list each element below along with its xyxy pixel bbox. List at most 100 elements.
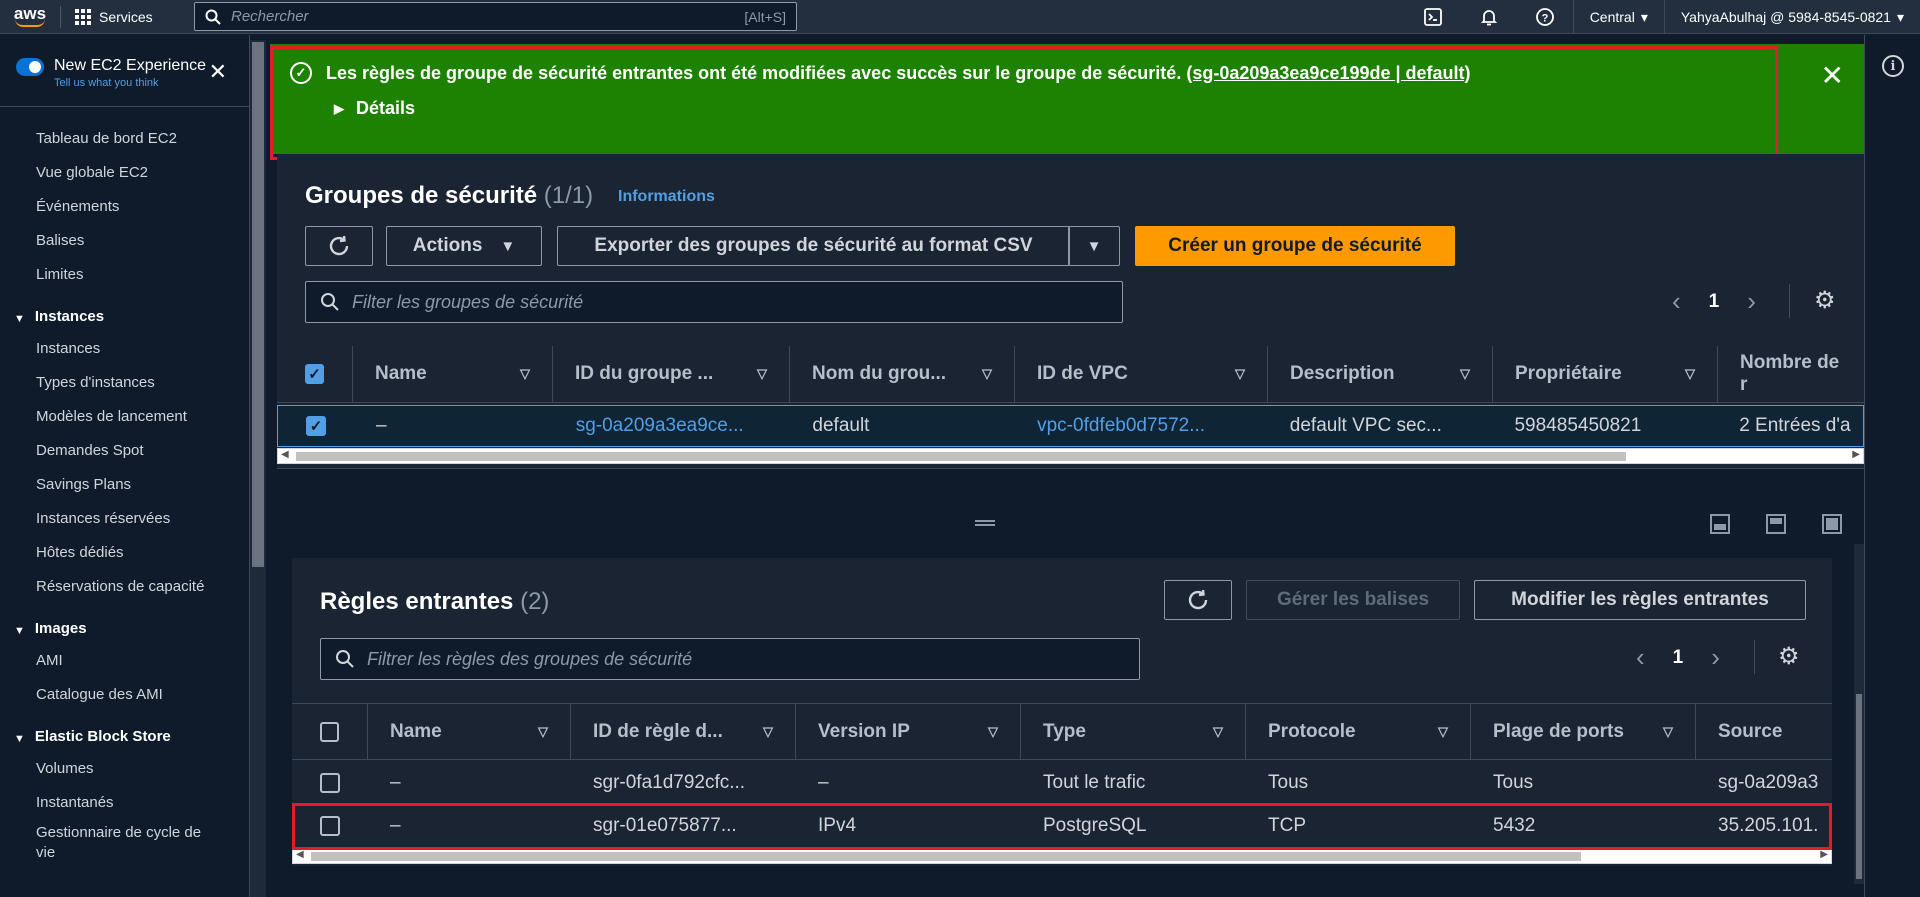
chevron-right-icon[interactable]: › [1711,642,1720,673]
services-menu[interactable]: Services [61,0,167,34]
sidebar-item-limits[interactable]: Limites [0,257,249,291]
security-group-id-link[interactable]: sg-0a209a3ea9ce... [554,405,791,447]
info-icon[interactable]: i [1882,55,1904,77]
cell-owner: 598485450821 [1514,415,1642,436]
sidebar-section-ebs[interactable]: ▼ Elastic Block Store [0,711,249,751]
bell-icon[interactable] [1461,0,1517,34]
horizontal-scrollbar[interactable]: ◀ ▶ [277,448,1864,464]
refresh-icon [329,235,349,256]
drag-handle-icon[interactable] [975,520,995,522]
export-dropdown-button[interactable]: ▼ [1068,226,1120,266]
close-icon[interactable]: ✕ [1821,62,1844,90]
column-header-description[interactable]: Description ▽ [1268,345,1493,403]
sidebar-item-ami-catalog[interactable]: Catalogue des AMI [0,677,249,711]
details-toggle[interactable]: ▶ Détails [334,98,415,119]
create-security-group-button[interactable]: Créer un groupe de sécurité [1135,226,1455,266]
close-icon[interactable]: ✕ [209,61,227,83]
sidebar-item-reserved-instances[interactable]: Instances réservées [0,501,249,535]
account-menu[interactable]: YahyaAbulhaj @ 5984-8545-0821 ▾ [1663,0,1920,34]
column-header-name[interactable]: Name ▽ [368,703,571,760]
split-top-icon[interactable] [1766,514,1786,534]
chevron-right-icon[interactable]: › [1747,286,1756,317]
feedback-link[interactable]: Tell us what you think [54,77,206,89]
column-header-group-id[interactable]: ID du groupe ... ▽ [553,345,790,403]
sidebar-item-instance-types[interactable]: Types d'instances [0,365,249,399]
refresh-button[interactable] [1164,580,1232,620]
split-bottom-icon[interactable] [1710,514,1730,534]
sort-icon: ▽ [520,366,530,381]
sidebar-scrollbar[interactable] [250,40,266,897]
sidebar-item-events[interactable]: Événements [0,189,249,223]
sidebar-item-volumes[interactable]: Volumes [0,751,249,785]
row-checkbox[interactable]: ✓ [278,405,354,447]
cloudshell-icon[interactable] [1405,0,1461,34]
manage-tags-button[interactable]: Gérer les balises [1246,580,1460,620]
sidebar-item-savings-plans[interactable]: Savings Plans [0,467,249,501]
sidebar-item-dedicated-hosts[interactable]: Hôtes dédiés [0,535,249,569]
sidebar-section-images[interactable]: ▼ Images [0,603,249,643]
column-header-owner[interactable]: Propriétaire ▽ [1493,345,1718,403]
security-group-filter-input[interactable]: Filter les groupes de sécurité [305,281,1123,323]
vpc-id-link[interactable]: vpc-0fdfeb0d7572... [1015,405,1268,447]
edit-inbound-rules-button[interactable]: Modifier les règles entrantes [1474,580,1806,620]
sidebar-item-capacity-reservations[interactable]: Réservations de capacité [0,569,249,603]
cell-name: – [390,771,401,793]
region-selector[interactable]: Central ▾ [1572,0,1664,34]
page-number[interactable]: 1 [1673,647,1684,669]
sidebar-item-global-view[interactable]: Vue globale EC2 [0,155,249,189]
sidebar-item-lifecycle-manager[interactable]: Gestionnaire de cycle de vie [0,819,220,863]
sort-icon: ▽ [1438,723,1448,739]
column-header-protocol[interactable]: Protocole ▽ [1246,703,1471,760]
help-icon[interactable]: ? [1517,0,1573,34]
column-header-type[interactable]: Type ▽ [1021,703,1246,760]
help-panel-rail: i [1864,35,1920,897]
column-header-vpc-id[interactable]: ID de VPC ▽ [1015,345,1268,403]
select-all-checkbox[interactable] [292,703,368,760]
vertical-scrollbar[interactable] [1854,544,1864,884]
sidebar-section-instances[interactable]: ▼ Instances [0,291,249,331]
sidebar-item-snapshots[interactable]: Instantanés [0,785,249,819]
info-link[interactable]: Informations [618,188,715,206]
triangle-down-icon: ▼ [14,313,25,325]
column-header-port-range[interactable]: Plage de ports ▽ [1471,703,1696,760]
flash-message: Les règles de groupe de sécurité entrant… [326,62,1182,83]
new-experience-toggle[interactable] [16,58,44,76]
sidebar-item-dashboard[interactable]: Tableau de bord EC2 [0,121,249,155]
sidebar-item-spot-requests[interactable]: Demandes Spot [0,433,249,467]
gear-icon[interactable]: ⚙ [1814,286,1836,315]
sidebar-item-instances[interactable]: Instances [0,331,249,365]
export-csv-button[interactable]: Exporter des groupes de sécurité au form… [557,226,1070,266]
actions-button[interactable]: Actions ▼ [386,226,542,266]
refresh-button[interactable] [305,226,373,266]
inbound-rules-filter-input[interactable]: Filtrer les règles des groupes de sécuri… [320,638,1140,680]
security-group-link[interactable]: (sg-0a209a3ea9ce199de | default) [1186,63,1470,83]
gear-icon[interactable]: ⚙ [1778,642,1800,671]
chevron-left-icon[interactable]: ‹ [1672,286,1681,317]
column-header-name[interactable]: Name ▽ [353,345,553,403]
cell-protocol: Tous [1268,771,1309,793]
page-title: Groupes de sécurité (1/1) [305,182,594,209]
full-view-icon[interactable] [1822,514,1842,534]
panel-splitter[interactable] [270,494,1864,544]
search-icon [205,9,221,25]
sidebar-item-tags[interactable]: Balises [0,223,249,257]
aws-logo[interactable]: aws [0,0,60,34]
page-number[interactable]: 1 [1709,291,1720,313]
column-header-group-name[interactable]: Nom du grou... ▽ [790,345,1015,403]
table-row[interactable]: ✓ – sg-0a209a3ea9ce... default vpc-0fdfe… [277,405,1864,447]
row-checkbox[interactable] [292,762,368,804]
sidebar-item-launch-templates[interactable]: Modèles de lancement [0,399,249,433]
column-header-rule-id[interactable]: ID de règle d... ▽ [571,703,796,760]
column-header-ip-version[interactable]: Version IP ▽ [796,703,1021,760]
table-row[interactable]: – sgr-0fa1d792cfc... – Tout le trafic To… [292,762,1832,804]
select-all-checkbox[interactable]: ✓ [277,345,353,403]
triangle-down-icon: ▼ [14,733,25,745]
horizontal-scrollbar[interactable]: ◀ ▶ [292,848,1832,864]
search-icon [336,650,354,668]
column-header-rules-count[interactable]: Nombre de r [1718,346,1864,403]
search-input[interactable]: Rechercher [Alt+S] [194,2,797,31]
grid-icon [75,8,91,25]
sidebar-item-ami[interactable]: AMI [0,643,249,677]
column-header-source[interactable]: Source [1696,703,1832,760]
chevron-left-icon[interactable]: ‹ [1636,642,1645,673]
